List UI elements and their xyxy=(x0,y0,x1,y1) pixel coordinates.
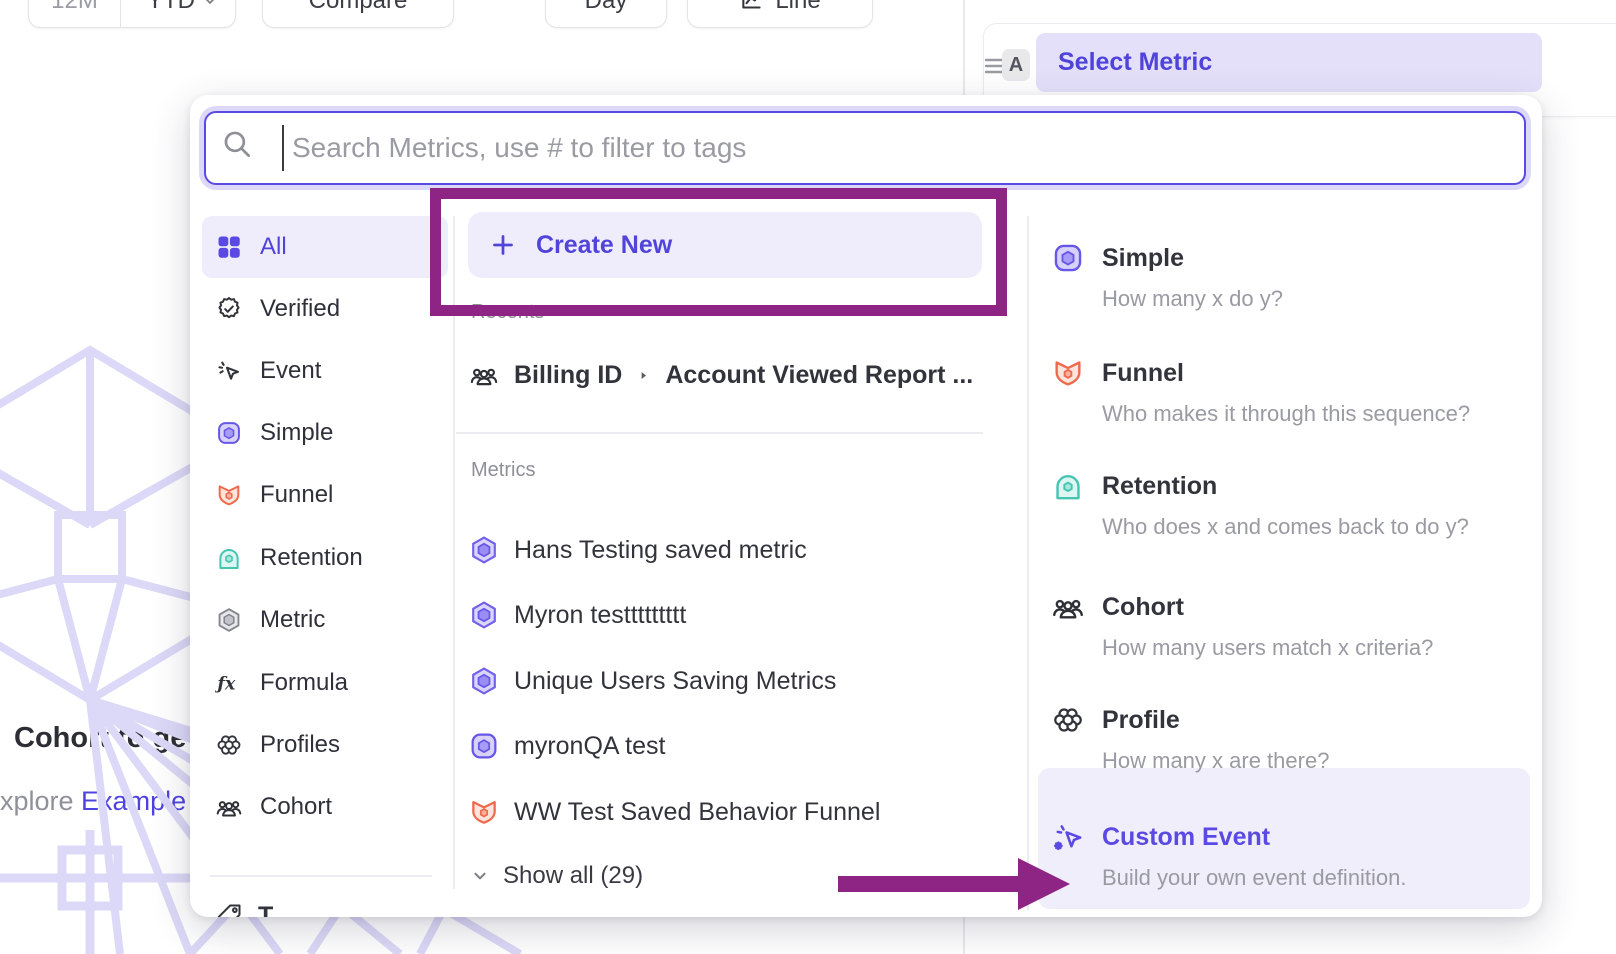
line-chart-icon xyxy=(739,0,765,14)
metric-list-item[interactable]: WW Test Saved Behavior Funnel xyxy=(468,795,880,829)
type-simple[interactable]: Simple How many x do y? xyxy=(1038,210,1530,316)
funnel-icon xyxy=(1050,355,1086,391)
sidebar-divider xyxy=(210,875,432,877)
metric-hexagon-icon xyxy=(468,665,500,697)
formula-fx-icon: ƒx xyxy=(214,668,244,698)
range-ytd-button[interactable]: YTD xyxy=(131,0,235,27)
annotation-arrow xyxy=(838,876,1020,892)
metric-hexagon-icon xyxy=(214,605,244,635)
date-range-control: 12M YTD xyxy=(28,0,236,28)
recent-item-row[interactable]: Billing ID Account Viewed Report ... xyxy=(468,358,973,392)
tag-icon xyxy=(214,901,244,917)
metric-picker-panel: All Verified Event Simple Funnel Retenti… xyxy=(190,95,1542,917)
type-profile[interactable]: Profile How many x are there? xyxy=(1038,672,1530,778)
type-cohort[interactable]: Cohort How many users match x criteria? xyxy=(1038,559,1530,665)
type-funnel[interactable]: Funnel Who makes it through this sequenc… xyxy=(1038,325,1530,431)
range-12m-button[interactable]: 12M xyxy=(29,0,121,27)
chevron-down-icon xyxy=(201,0,219,10)
sidebar-item-event[interactable]: Event xyxy=(202,340,448,402)
column-divider-left xyxy=(453,216,455,889)
funnel-icon xyxy=(468,796,500,828)
grid-icon xyxy=(214,232,244,262)
retention-icon xyxy=(214,543,244,573)
column-divider-right xyxy=(1027,216,1029,910)
chevron-down-icon xyxy=(469,865,491,887)
funnel-icon xyxy=(214,480,244,510)
metric-list-item[interactable]: Hans Testing saved metric xyxy=(468,533,807,567)
sidebar-item-simple[interactable]: Simple xyxy=(202,402,448,464)
recent-target: Account Viewed Report ... xyxy=(665,361,973,390)
simple-metric-icon xyxy=(468,730,500,762)
series-a-badge: A xyxy=(1002,49,1030,81)
sidebar-item-cohort[interactable]: Cohort xyxy=(202,776,448,838)
select-metric-field[interactable]: Select Metric xyxy=(1036,33,1542,92)
simple-metric-icon xyxy=(1050,240,1086,276)
show-all-button[interactable]: Show all (29) xyxy=(469,861,643,891)
sidebar-item-profiles[interactable]: Profiles xyxy=(202,714,448,776)
metric-list-item[interactable]: myronQA test xyxy=(468,729,665,763)
sidebar-item-funnel[interactable]: Funnel xyxy=(202,464,448,526)
drag-handle-icon[interactable] xyxy=(984,53,1004,79)
simple-metric-icon xyxy=(214,418,244,448)
type-custom-event[interactable]: Custom Event Build your own event defini… xyxy=(1038,789,1530,895)
retention-icon xyxy=(1050,468,1086,504)
recents-section-label: Recents xyxy=(471,301,544,324)
plus-icon xyxy=(488,230,518,260)
interval-day-button[interactable]: Day xyxy=(545,0,667,28)
verified-badge-icon xyxy=(214,294,244,324)
metric-hexagon-icon xyxy=(468,599,500,631)
cohort-people-icon xyxy=(214,792,244,822)
metrics-section-label: Metrics xyxy=(471,459,535,482)
custom-event-cursor-icon xyxy=(1050,819,1086,855)
metric-hexagon-icon xyxy=(468,534,500,566)
search-input[interactable] xyxy=(204,111,1526,185)
search-icon xyxy=(220,127,254,161)
sidebar-item-all[interactable]: All xyxy=(202,216,448,278)
profiles-flower-icon xyxy=(214,730,244,760)
metric-list-item[interactable]: Myron testtttttttt xyxy=(468,598,686,632)
profiles-flower-icon xyxy=(1050,702,1086,738)
sidebar-item-tags-partial[interactable]: T xyxy=(214,901,273,917)
middle-divider xyxy=(456,432,983,434)
caret-right-icon xyxy=(636,368,651,383)
sidebar-item-verified[interactable]: Verified xyxy=(202,278,448,340)
sidebar-item-formula[interactable]: ƒx Formula xyxy=(202,652,448,714)
sidebar-item-metric[interactable]: Metric xyxy=(202,589,448,651)
metric-list-item[interactable]: Unique Users Saving Metrics xyxy=(468,664,836,698)
svg-text:ƒx: ƒx xyxy=(215,674,236,694)
type-retention[interactable]: Retention Who does x and comes back to d… xyxy=(1038,438,1530,544)
cohort-people-icon xyxy=(1050,589,1086,625)
sidebar-item-retention[interactable]: Retention xyxy=(202,527,448,589)
recent-source: Billing ID xyxy=(514,361,622,390)
text-cursor xyxy=(282,125,284,171)
annotation-arrow-head xyxy=(1018,858,1070,910)
event-cursor-icon xyxy=(214,356,244,386)
compare-button[interactable]: Compare xyxy=(262,0,454,28)
cohort-people-icon xyxy=(468,359,500,391)
create-new-button[interactable]: Create New xyxy=(468,212,982,278)
chart-type-line-button[interactable]: Line xyxy=(687,0,873,28)
